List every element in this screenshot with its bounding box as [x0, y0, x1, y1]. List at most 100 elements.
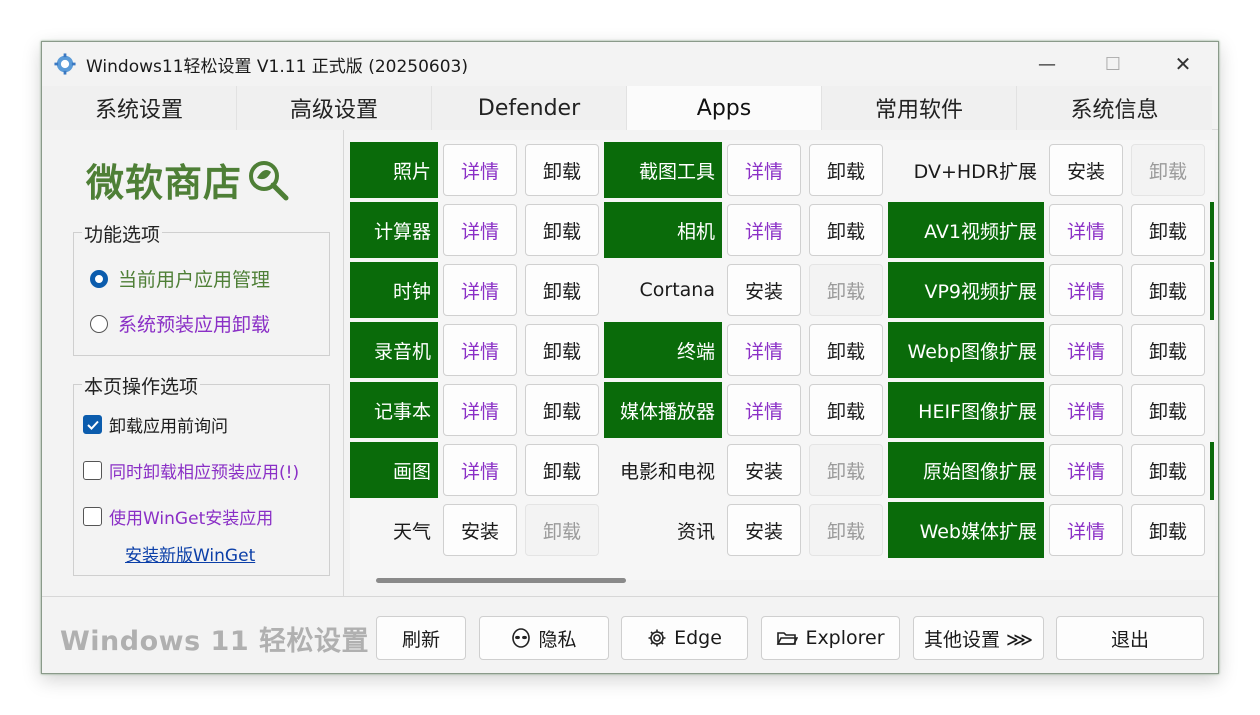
app-detail-button[interactable]: 详情 [727, 384, 801, 436]
app-detail-button[interactable]: 详情 [1049, 324, 1123, 376]
app-detail-button[interactable]: 详情 [1049, 264, 1123, 316]
app-detail-button[interactable]: 详情 [727, 204, 801, 256]
close-button[interactable]: ✕ [1148, 42, 1218, 86]
ask-before-uninstall-checkbox[interactable]: 卸载应用前询问 [83, 412, 228, 437]
tab-common-software[interactable]: 常用软件 [822, 86, 1017, 130]
maximize-button[interactable]: ☐ [1078, 42, 1148, 86]
app-uninstall-button-disabled: 卸载 [1131, 144, 1205, 196]
app-detail-button[interactable]: 详情 [1049, 504, 1123, 556]
app-install-button[interactable]: 安装 [727, 504, 801, 556]
tab-system-settings[interactable]: 系统设置 [42, 86, 237, 130]
app-uninstall-button-disabled: 卸载 [809, 444, 883, 496]
radio-unselected-indicator[interactable] [90, 314, 108, 333]
privacy-button[interactable]: 隐私 [479, 616, 609, 660]
checkbox-unchecked[interactable] [83, 461, 102, 480]
alien-icon [512, 628, 531, 648]
app-uninstall-button-disabled: 卸载 [809, 504, 883, 556]
app-name-label: 原始图像扩展 [888, 442, 1044, 498]
app-name-label: Web媒体扩展 [888, 502, 1044, 558]
next-column-indicator [1210, 202, 1214, 260]
refresh-button[interactable]: 刷新 [376, 616, 466, 660]
radio-selected-indicator[interactable] [90, 269, 108, 288]
app-name-label: 媒体播放器 [604, 382, 722, 438]
app-name-label: 终端 [604, 322, 722, 378]
app-uninstall-button[interactable]: 卸载 [525, 144, 599, 196]
app-install-button[interactable]: 安装 [727, 264, 801, 316]
app-detail-button[interactable]: 详情 [1049, 444, 1123, 496]
radio-preinstalled[interactable]: 系统预装应用卸载 [90, 310, 270, 337]
app-detail-button[interactable]: 详情 [443, 324, 517, 376]
page-options-group: 本页操作选项 卸载应用前询问 同时卸载相应预装应用(!) 使用WinGet安装应… [73, 372, 330, 576]
app-detail-button[interactable]: 详情 [443, 144, 517, 196]
app-uninstall-button-disabled: 卸载 [809, 264, 883, 316]
other-settings-button[interactable]: 其他设置 ⋙ [913, 616, 1044, 660]
app-name-label: 照片 [350, 142, 438, 198]
tab-apps[interactable]: Apps [627, 86, 822, 130]
use-winget-checkbox[interactable]: 使用WinGet安装应用 [83, 504, 273, 529]
app-install-button[interactable]: 安装 [443, 504, 517, 556]
install-winget-link[interactable]: 安装新版WinGet [125, 541, 255, 566]
store-title: 微软商店 [86, 152, 290, 207]
app-name-label: 时钟 [350, 262, 438, 318]
app-name-label: 截图工具 [604, 142, 722, 198]
gear-app-icon [54, 53, 76, 75]
app-uninstall-button[interactable]: 卸载 [525, 324, 599, 376]
title-bar: Windows11轻松设置 V1.11 正式版 (20250603) — ☐ ✕ [42, 42, 1218, 86]
app-install-button[interactable]: 安装 [727, 444, 801, 496]
folder-icon [777, 632, 799, 645]
feature-options-label: 功能选项 [82, 220, 163, 247]
app-detail-button[interactable]: 详情 [443, 264, 517, 316]
checkbox-checked[interactable] [83, 415, 102, 434]
uninstall-preinstalled-checkbox[interactable]: 同时卸载相应预装应用(!) [83, 458, 299, 483]
app-name-label: HEIF图像扩展 [888, 382, 1044, 438]
app-name-label: 录音机 [350, 322, 438, 378]
app-name-label: 计算器 [350, 202, 438, 258]
brand-text: Windows 11 轻松设置 [60, 626, 370, 657]
app-detail-button[interactable]: 详情 [443, 384, 517, 436]
edge-button[interactable]: Edge [621, 616, 748, 660]
tab-bar: 系统设置 高级设置 Defender Apps 常用软件 系统信息 [42, 86, 1218, 130]
app-name-label: Cortana [639, 279, 715, 301]
app-detail-button[interactable]: 详情 [1049, 384, 1123, 436]
app-install-button[interactable]: 安装 [1049, 144, 1123, 196]
app-uninstall-button[interactable]: 卸载 [809, 204, 883, 256]
app-uninstall-button[interactable]: 卸载 [1131, 324, 1205, 376]
next-column-indicator [1210, 262, 1214, 320]
app-name-label: 天气 [392, 520, 431, 543]
app-detail-button[interactable]: 详情 [1049, 204, 1123, 256]
app-uninstall-button[interactable]: 卸载 [525, 444, 599, 496]
app-uninstall-button[interactable]: 卸载 [525, 264, 599, 316]
left-pane: 微软商店 功能选项 当前用户应用管理 系统预装应用卸载 本页操作选项 卸载应用前… [42, 130, 344, 596]
app-name-label: VP9视频扩展 [888, 262, 1044, 318]
exit-button[interactable]: 退出 [1056, 616, 1204, 660]
app-uninstall-button[interactable]: 卸载 [525, 384, 599, 436]
app-uninstall-button[interactable]: 卸载 [1131, 444, 1205, 496]
feature-options-group: 功能选项 当前用户应用管理 系统预装应用卸载 [73, 220, 330, 356]
tab-defender[interactable]: Defender [432, 86, 627, 130]
app-name-label: 记事本 [350, 382, 438, 438]
check-icon [86, 420, 99, 430]
app-detail-button[interactable]: 详情 [727, 324, 801, 376]
app-uninstall-button[interactable]: 卸载 [1131, 264, 1205, 316]
app-uninstall-button[interactable]: 卸载 [809, 324, 883, 376]
checkbox-unchecked[interactable] [83, 507, 102, 526]
app-detail-button[interactable]: 详情 [727, 144, 801, 196]
app-uninstall-button[interactable]: 卸载 [1131, 204, 1205, 256]
tab-system-info[interactable]: 系统信息 [1017, 86, 1212, 130]
explorer-button[interactable]: Explorer [761, 616, 900, 660]
tab-advanced-settings[interactable]: 高级设置 [237, 86, 432, 130]
app-name-label: AV1视频扩展 [888, 202, 1044, 258]
minimize-button[interactable]: — [1012, 42, 1082, 86]
app-detail-button[interactable]: 详情 [443, 444, 517, 496]
app-detail-button[interactable]: 详情 [443, 204, 517, 256]
app-uninstall-button[interactable]: 卸载 [809, 384, 883, 436]
radio-current-user[interactable]: 当前用户应用管理 [90, 265, 270, 292]
horizontal-scrollbar[interactable] [376, 578, 626, 583]
app-grid: 照片 详情 卸载 计算器 详情 卸载 时钟 详情 卸载 录音机 详情 卸载 记事本 详情 卸载 画图 详情 卸载天… [350, 140, 1215, 580]
app-uninstall-button[interactable]: 卸载 [809, 144, 883, 196]
app-uninstall-button[interactable]: 卸载 [1131, 504, 1205, 556]
app-uninstall-button[interactable]: 卸载 [1131, 384, 1205, 436]
window-title: Windows11轻松设置 V1.11 正式版 (20250603) [86, 56, 469, 77]
app-uninstall-button[interactable]: 卸载 [525, 204, 599, 256]
page-options-label: 本页操作选项 [82, 372, 201, 399]
